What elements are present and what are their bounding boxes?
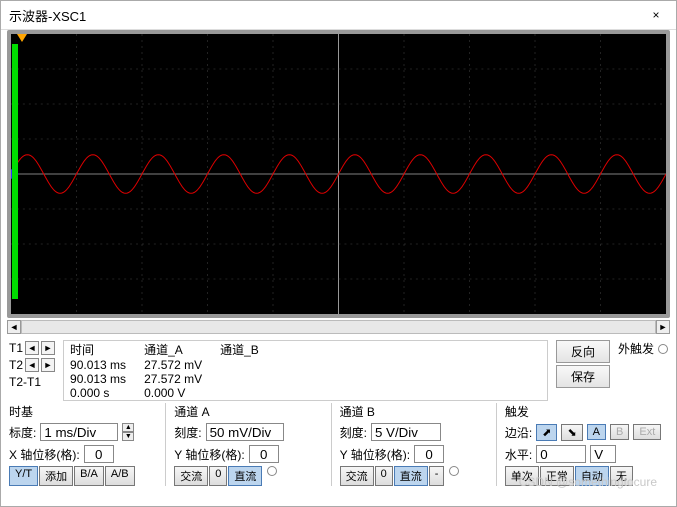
trigger-title: 触发: [505, 403, 668, 420]
col-chb: 通道_B: [220, 341, 277, 358]
cha-dc-button[interactable]: 直流: [228, 466, 262, 486]
oscilloscope-display[interactable]: [11, 34, 666, 314]
cha-scale-input[interactable]: [206, 423, 284, 441]
t2t1-label: T2-T1: [9, 375, 41, 389]
t2-right-button[interactable]: ►: [41, 358, 55, 372]
chb-ypos-label: Y 轴位移(格):: [340, 446, 410, 463]
ext-trigger-label: 外触发: [618, 340, 654, 357]
trigger-src-a-button[interactable]: A: [587, 424, 606, 440]
trigger-marker-icon[interactable]: [17, 34, 27, 42]
cha-ypos-input[interactable]: [249, 445, 279, 463]
trigger-level-label: 水平:: [505, 446, 532, 463]
cha-scale-label: 刻度:: [174, 424, 201, 441]
mode-add-button[interactable]: 添加: [39, 466, 73, 486]
window-title: 示波器-XSC1: [9, 6, 86, 25]
chb-ypos-input[interactable]: [414, 445, 444, 463]
chb-terminal-icon[interactable]: [449, 466, 459, 476]
cursor-line[interactable]: [12, 44, 18, 299]
trigger-src-ext-button[interactable]: Ext: [633, 424, 661, 440]
timebase-scale-down[interactable]: ▼: [122, 432, 134, 441]
chb-zero-button[interactable]: 0: [375, 466, 393, 486]
mode-ab-button[interactable]: A/B: [105, 466, 135, 486]
timebase-scale-input[interactable]: [40, 423, 118, 441]
cha-ypos-label: Y 轴位移(格):: [174, 446, 244, 463]
horizontal-scrollbar[interactable]: [21, 320, 656, 334]
reverse-button[interactable]: 反向: [556, 340, 610, 363]
trigger-edge-label: 边沿:: [505, 424, 532, 441]
chb-scale-input[interactable]: [371, 423, 441, 441]
mode-ba-button[interactable]: B/A: [74, 466, 104, 486]
timebase-title: 时基: [9, 403, 157, 420]
scope-svg: [11, 34, 666, 314]
chb-minus-button[interactable]: -: [429, 466, 445, 486]
trigger-level-unit[interactable]: [590, 445, 616, 463]
save-button[interactable]: 保存: [556, 365, 610, 388]
t1-label: T1: [9, 341, 23, 355]
cha-ac-button[interactable]: 交流: [174, 466, 208, 486]
cha-title: 通道 A: [174, 403, 322, 420]
trigger-src-b-button[interactable]: B: [610, 424, 629, 440]
edge-falling-button[interactable]: ⬊: [561, 424, 582, 441]
mode-yt-button[interactable]: Y/T: [9, 466, 38, 486]
trigger-auto-button[interactable]: 自动: [575, 466, 609, 486]
edge-rising-button[interactable]: ⬈: [536, 424, 557, 441]
chb-scale-label: 刻度:: [340, 424, 367, 441]
col-cha: 通道_A: [144, 341, 220, 358]
cursor-readout: 时间 通道_A 通道_B 90.013 ms27.572 mV 90.013 m…: [63, 340, 548, 401]
trigger-normal-button[interactable]: 正常: [540, 466, 574, 486]
timebase-xpos-input[interactable]: [84, 445, 114, 463]
t1-left-button[interactable]: ◄: [25, 341, 39, 355]
t1-right-button[interactable]: ►: [41, 341, 55, 355]
cha-terminal-icon[interactable]: [267, 466, 277, 476]
t2-left-button[interactable]: ◄: [25, 358, 39, 372]
cha-zero-button[interactable]: 0: [209, 466, 227, 486]
timebase-xpos-label: X 轴位移(格):: [9, 446, 80, 463]
trigger-none-button[interactable]: 无: [610, 466, 633, 486]
timebase-scale-up[interactable]: ▲: [122, 423, 134, 432]
col-time: 时间: [70, 341, 144, 358]
chb-ac-button[interactable]: 交流: [340, 466, 374, 486]
chb-dc-button[interactable]: 直流: [394, 466, 428, 486]
t2-label: T2: [9, 358, 23, 372]
ext-trigger-radio[interactable]: [658, 344, 668, 354]
trigger-single-button[interactable]: 单次: [505, 466, 539, 486]
trigger-level-input[interactable]: [536, 445, 586, 463]
chb-title: 通道 B: [340, 403, 488, 420]
scroll-right-button[interactable]: ►: [656, 320, 670, 334]
close-button[interactable]: ×: [644, 5, 668, 25]
timebase-scale-label: 标度:: [9, 424, 36, 441]
scroll-left-button[interactable]: ◄: [7, 320, 21, 334]
